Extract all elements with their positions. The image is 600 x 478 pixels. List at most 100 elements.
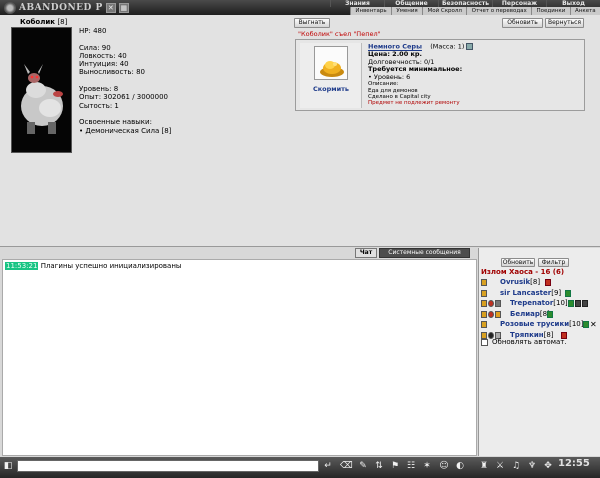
pet-level-tag: [8] (57, 18, 68, 26)
skill-item: • Демоническая Сила [8] (79, 126, 172, 135)
menu-knowledge[interactable]: Знания (330, 0, 384, 7)
pet-title: Коболик [8] (20, 18, 67, 26)
clan-icon (565, 289, 571, 297)
pet-level: Уровень: 8 (79, 85, 119, 94)
sub-menu: Инвентарь Умения Мой Скролл Отчет о пере… (350, 7, 600, 15)
item-mass: (Масса: 1) (430, 42, 465, 51)
user-row[interactable]: Trepenator[10] (481, 299, 600, 310)
bottom-toolbar: ◧ ↵ ⌫ ✎ ⇅ ⚑ ☷ ✶ ☺ ◐ ♜ ⚔ ♫ ♆ ✥ 12:55 (0, 457, 600, 478)
stat-intuition: Интуиция: 40 (79, 60, 129, 69)
chat-tabs: Чат Системные сообщения (0, 248, 477, 258)
scroll-icon[interactable]: ⇅ (373, 460, 385, 472)
pet-stats: HP: 480 Сила: 90 Ловкость: 40 Интуиция: … (79, 27, 171, 135)
private-icon[interactable] (481, 310, 487, 318)
user-name[interactable]: Trepenator[10] (510, 299, 568, 307)
skills-title: Освоенные навыки: (79, 118, 152, 127)
chat-input[interactable] (17, 460, 319, 472)
send-icon[interactable]: ↵ (322, 460, 334, 472)
clan-icon (583, 321, 589, 329)
user-name[interactable]: Ovrusik[8] (500, 278, 540, 286)
filter-button[interactable]: Фильтр (538, 258, 569, 267)
color-icon[interactable]: ◐ (454, 460, 466, 472)
item-image-frame: Скормить (300, 43, 362, 108)
clan-icon (547, 310, 553, 318)
clock: 12:55 (558, 458, 590, 469)
pet-hp: HP: 480 (79, 27, 107, 35)
chat-log: 11:53:21 Плагины успешно инициализирован… (2, 259, 477, 456)
menu-security[interactable]: Безопасность (438, 0, 492, 7)
run-icon[interactable]: ⚑ (389, 460, 401, 472)
refresh-button[interactable]: Обновить (502, 18, 543, 28)
user-row[interactable]: Розовые трусики[10] ✕ (481, 320, 600, 331)
auto-update-checkbox[interactable] (481, 338, 488, 346)
smile-icon[interactable]: ☺ (438, 460, 450, 472)
clan-icon (568, 300, 574, 308)
auto-update-option: Обновлять автомат. (481, 338, 567, 346)
gear-logo-icon (4, 1, 16, 14)
cross-icon[interactable]: ✕ (105, 2, 116, 13)
submenu-battles[interactable]: Поединки (531, 7, 570, 15)
private-icon[interactable] (481, 289, 487, 297)
back-button[interactable]: Вернуться (545, 18, 584, 28)
tab-system-messages[interactable]: Системные сообщения (379, 248, 470, 258)
menu-character[interactable]: Персонаж (492, 0, 546, 7)
item-info-icon[interactable] (466, 43, 474, 50)
cross-swords-icon: ✕ (590, 320, 597, 330)
user-name[interactable]: Розовые трусики[10] (500, 320, 583, 328)
info-icon[interactable] (575, 300, 581, 308)
injury-icon (488, 310, 494, 318)
food-item-card: Скормить Немного Серы (Масса: 1) Цена: 2… (295, 39, 585, 111)
brush-icon[interactable]: ✎ (357, 460, 369, 472)
bag-icon (582, 300, 588, 308)
bottle-icon[interactable]: ♜ (478, 460, 490, 472)
logo-text: ABANDONED P (19, 2, 103, 13)
kick-out-button[interactable]: Выгнать (294, 18, 330, 28)
align-icon (495, 300, 501, 308)
align-icon (495, 310, 501, 318)
chat-filter-icon[interactable]: ✶ (421, 460, 433, 472)
feed-button[interactable]: Скормить (300, 85, 362, 93)
private-icon[interactable] (481, 279, 487, 286)
private-icon[interactable] (481, 321, 487, 329)
top-bar: ABANDONED P ✕ ▦ Знания Общение Безопасно… (0, 0, 600, 15)
sulfur-pile-icon[interactable] (314, 46, 348, 80)
message-text: Плагины успешно инициализированы (40, 262, 182, 270)
auto-update-label: Обновлять автомат. (492, 338, 567, 346)
submenu-inventory[interactable]: Инвентарь (350, 7, 391, 15)
people-icon[interactable]: ☷ (405, 460, 417, 472)
update-list-button[interactable]: Обновить (501, 258, 535, 267)
submenu-skills[interactable]: Умения (390, 7, 422, 15)
user-row[interactable]: Белиар[8] (481, 310, 600, 321)
map-icon[interactable]: ✥ (542, 460, 554, 472)
candle-icon[interactable]: ♆ (526, 460, 538, 472)
stat-strength: Сила: 90 (79, 43, 111, 52)
private-icon[interactable] (481, 300, 487, 308)
pet-panel: Коболик [8] HP: 480 Сила: 90 Ловкость: 4… (0, 15, 600, 247)
tab-chat[interactable]: Чат (355, 248, 377, 258)
menu-toggle-icon[interactable]: ◧ (2, 460, 14, 472)
submenu-profile[interactable]: Анкета (569, 7, 600, 15)
note-icon[interactable]: ♫ (510, 460, 522, 472)
item-no-repair: Предмет не подлежит ремонту (368, 100, 460, 107)
submenu-transfer-report[interactable]: Отчет о переводах (466, 7, 531, 15)
injury-icon (488, 300, 494, 308)
fight-icon[interactable]: ⚔ (494, 460, 506, 472)
menu-exit[interactable]: Выход (546, 0, 600, 7)
stat-agility: Ловкость: 40 (79, 51, 127, 60)
game-logo: ABANDONED P ✕ ▦ (0, 0, 152, 15)
room-location: Излом Хаоса - 16 (6) (481, 268, 565, 276)
user-name[interactable]: Белиар[8] (510, 310, 550, 318)
stat-endurance: Выносливость: 80 (79, 68, 146, 77)
item-req-level: • Уровень: 6 (368, 72, 411, 81)
item-info: Немного Серы (Масса: 1) Цена: 2.00 кр. Д… (368, 42, 474, 107)
user-row[interactable]: Ovrusik[8] (481, 278, 600, 289)
clear-icon[interactable]: ⌫ (340, 460, 353, 472)
user-row[interactable]: sir Lancaster[9] (481, 289, 600, 300)
menu-icon[interactable]: ▦ (118, 2, 129, 13)
menu-communication[interactable]: Общение (384, 0, 438, 7)
message-time: 11:53:21 (5, 262, 39, 270)
top-menu: Знания Общение Безопасность Персонаж Вых… (330, 0, 600, 7)
submenu-my-scroll[interactable]: Мой Скролл (422, 7, 466, 15)
user-name[interactable]: sir Lancaster[9] (500, 289, 561, 297)
eat-message: "Коболик" съел "Пепел" (298, 30, 381, 38)
